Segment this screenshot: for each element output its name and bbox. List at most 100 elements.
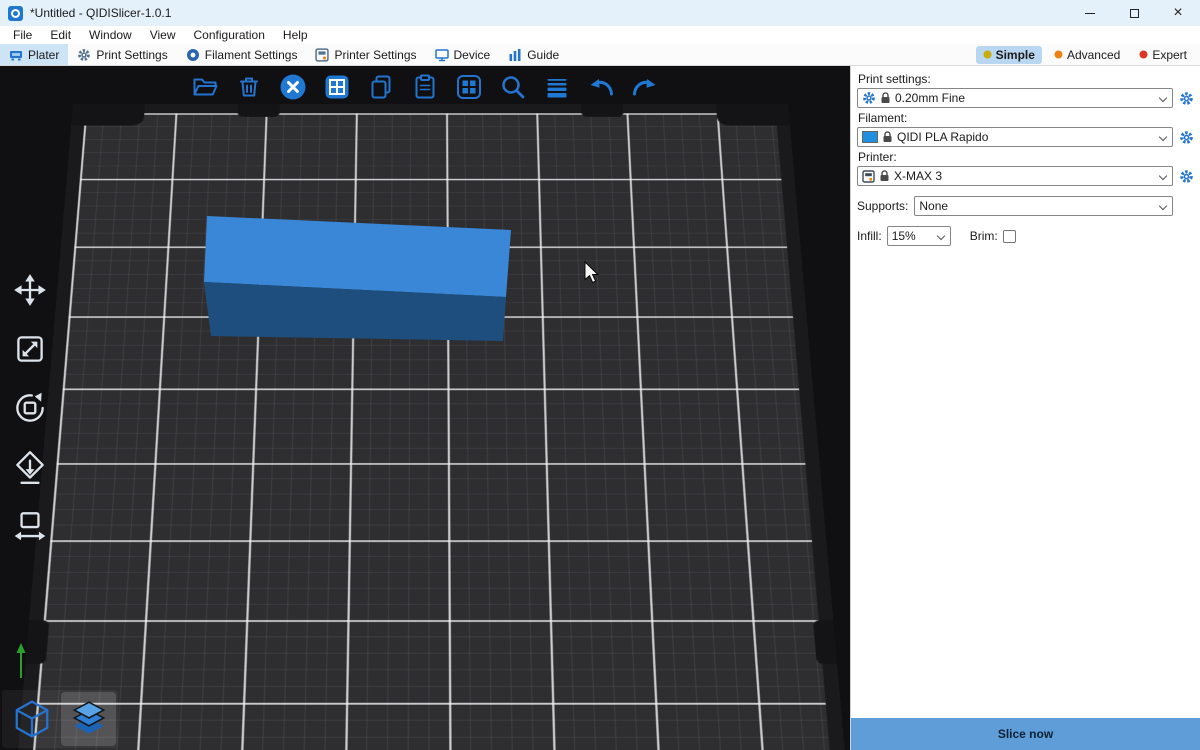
printer-label: Printer:	[858, 150, 1194, 164]
close-icon	[1173, 5, 1182, 21]
move-gizmo-button[interactable]	[8, 268, 52, 312]
supports-value: None	[919, 199, 948, 213]
open-project-button[interactable]	[188, 70, 222, 104]
mode-label: Advanced	[1067, 48, 1120, 62]
tab-plater[interactable]: Plater	[0, 44, 68, 65]
redo-button[interactable]	[628, 70, 662, 104]
scale-icon	[11, 330, 49, 368]
split-objects-button[interactable]	[452, 70, 486, 104]
mode-advanced[interactable]: Advanced	[1047, 46, 1127, 64]
mode-switcher: Simple Advanced Expert	[976, 44, 1200, 65]
filament-color-swatch	[862, 131, 878, 143]
tab-print-settings[interactable]: Print Settings	[68, 44, 176, 65]
search-button[interactable]	[496, 70, 530, 104]
build-plate	[0, 104, 850, 750]
redo-icon	[631, 73, 659, 101]
scene	[0, 66, 850, 750]
menu-help[interactable]: Help	[274, 28, 317, 42]
close-button[interactable]	[1156, 0, 1200, 26]
rotate-gizmo-button[interactable]	[8, 386, 52, 430]
infill-value: 15%	[892, 229, 916, 243]
menu-edit[interactable]: Edit	[41, 28, 80, 42]
maximize-icon	[1130, 9, 1139, 18]
mode-label: Simple	[996, 48, 1035, 62]
chevron-down-icon	[1159, 202, 1168, 211]
mode-simple[interactable]: Simple	[976, 46, 1042, 64]
undo-button[interactable]	[584, 70, 618, 104]
infill-label: Infill:	[857, 229, 882, 243]
delete-all-icon	[279, 73, 307, 101]
editor-3d-button[interactable]	[4, 692, 59, 746]
move-icon	[11, 271, 49, 309]
paste-icon	[411, 73, 439, 101]
printer-gear-button[interactable]	[1178, 168, 1194, 184]
menu-window[interactable]: Window	[80, 28, 141, 42]
window-controls	[1068, 0, 1200, 26]
lock-icon	[880, 92, 891, 104]
place-on-face-gizmo-button[interactable]	[8, 445, 52, 489]
tab-device[interactable]: Device	[426, 44, 500, 65]
main-area: Print settings: 0.20mm Fine	[0, 66, 1200, 750]
printer-small-icon	[862, 170, 875, 183]
printer-value: X-MAX 3	[894, 169, 942, 183]
menu-view[interactable]: View	[141, 28, 185, 42]
scale-gizmo-button[interactable]	[8, 327, 52, 371]
print-settings-gear-button[interactable]	[1178, 90, 1194, 106]
app-icon	[8, 6, 23, 21]
plate-clip	[71, 104, 145, 126]
filament-gear-button[interactable]	[1178, 129, 1194, 145]
print-settings-combo[interactable]: 0.20mm Fine	[857, 88, 1173, 108]
printer-combo[interactable]: X-MAX 3	[857, 166, 1173, 186]
preview-layers-button[interactable]	[61, 692, 116, 746]
copy-button[interactable]	[364, 70, 398, 104]
print-settings-gear-icon	[77, 48, 91, 62]
printer-icon	[315, 48, 329, 62]
plate-clip	[716, 104, 790, 126]
menu-file[interactable]: File	[4, 28, 41, 42]
measure-icon	[11, 507, 49, 545]
variable-layer-height-icon	[543, 73, 571, 101]
minimize-button[interactable]	[1068, 0, 1112, 26]
titlebar[interactable]: *Untitled - QIDISlicer-1.0.1	[0, 0, 1200, 26]
gear-icon	[1179, 130, 1194, 145]
paste-button[interactable]	[408, 70, 442, 104]
filament-spool-icon	[186, 48, 200, 62]
tab-printer-settings[interactable]: Printer Settings	[306, 44, 425, 65]
copy-icon	[367, 73, 395, 101]
measure-gizmo-button[interactable]	[8, 504, 52, 548]
menubar: File Edit Window View Configuration Help	[0, 26, 1200, 44]
guide-icon	[508, 48, 522, 62]
tab-guide[interactable]: Guide	[499, 44, 568, 65]
filament-combo[interactable]: QIDI PLA Rapido	[857, 127, 1173, 147]
slice-now-button[interactable]: Slice now	[851, 718, 1200, 750]
trash-icon	[235, 73, 263, 101]
print-settings-label: Print settings:	[858, 72, 1194, 86]
chevron-down-icon	[1159, 94, 1168, 103]
filament-label: Filament:	[858, 111, 1194, 125]
maximize-button[interactable]	[1112, 0, 1156, 26]
menu-configuration[interactable]: Configuration	[185, 28, 274, 42]
supports-combo[interactable]: None	[914, 196, 1173, 216]
simple-mode-dot-icon	[983, 50, 992, 59]
search-icon	[499, 73, 527, 101]
view-toggles	[2, 690, 118, 748]
print-settings-value: 0.20mm Fine	[895, 91, 965, 105]
brim-checkbox[interactable]	[1003, 230, 1016, 243]
infill-combo[interactable]: 15%	[887, 226, 951, 246]
mode-expert[interactable]: Expert	[1132, 46, 1194, 64]
delete-all-button[interactable]	[276, 70, 310, 104]
chevron-down-icon	[937, 232, 946, 241]
arrange-button[interactable]	[320, 70, 354, 104]
plate-clip	[25, 620, 49, 664]
tab-label: Guide	[527, 48, 559, 62]
tab-label: Device	[454, 48, 491, 62]
cube-3d-icon	[11, 698, 53, 740]
open-folder-icon	[191, 73, 219, 101]
plater-icon	[9, 48, 23, 62]
delete-button[interactable]	[232, 70, 266, 104]
rotate-icon	[11, 389, 49, 427]
device-monitor-icon	[435, 48, 449, 62]
tab-filament-settings[interactable]: Filament Settings	[177, 44, 307, 65]
variable-layer-height-button[interactable]	[540, 70, 574, 104]
viewport-3d[interactable]	[0, 66, 850, 750]
